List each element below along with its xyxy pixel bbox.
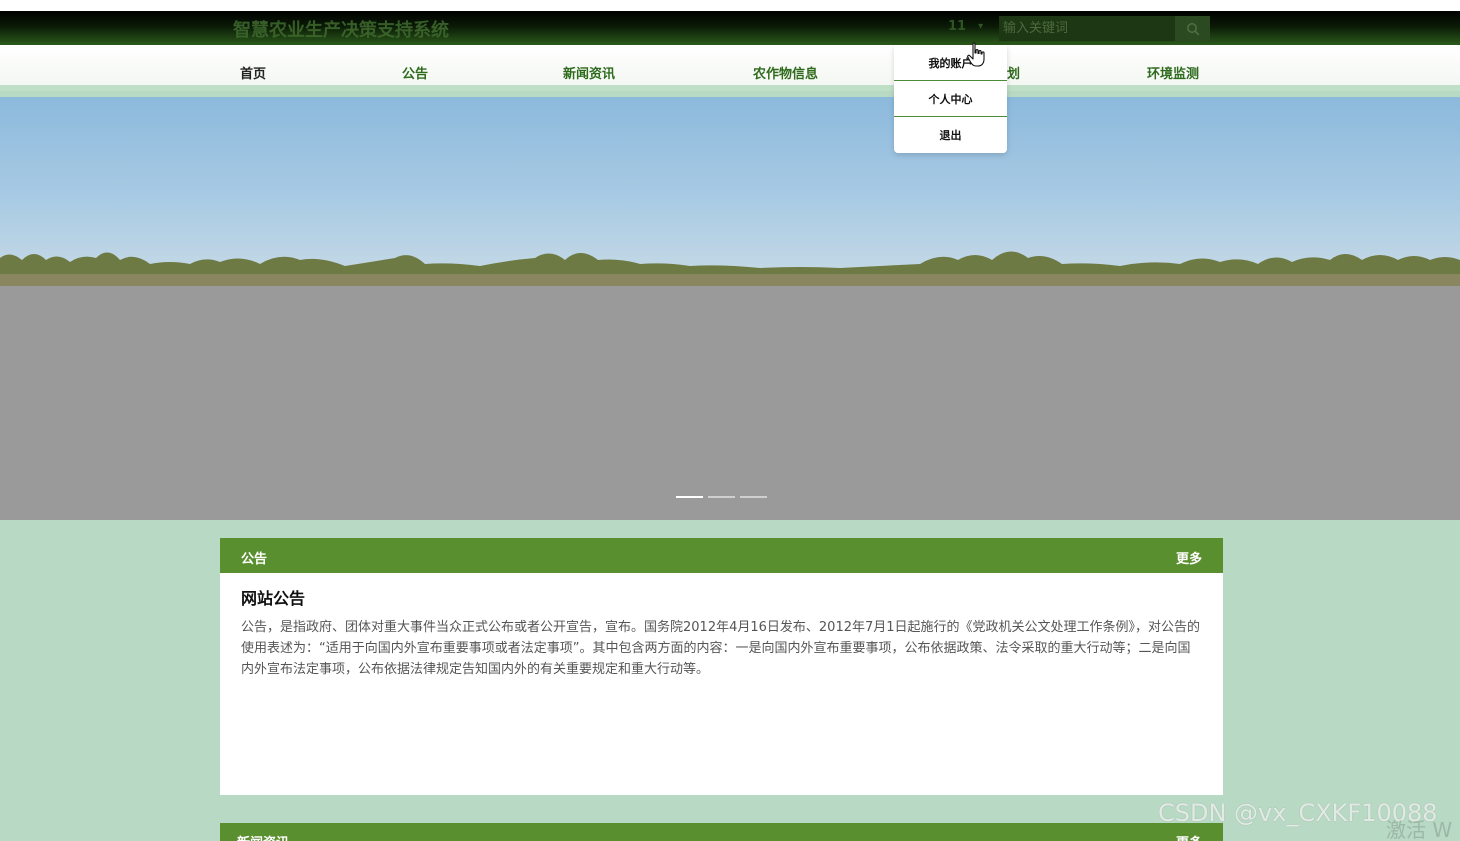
notice-more-link[interactable]: 更多 bbox=[1176, 548, 1202, 567]
user-name-label: 11 bbox=[948, 19, 967, 34]
notice-body: 公告，是指政府、团体对重大事件当众正式公布或者公开宣告，宣布。国务院2012年4… bbox=[241, 620, 1201, 677]
menu-item-logout[interactable]: 退出 bbox=[894, 117, 1007, 153]
nav-item-home[interactable]: 首页 bbox=[240, 63, 266, 82]
carousel-dot[interactable] bbox=[740, 496, 767, 498]
notice-panel: 公告 更多 网站公告 公告，是指政府、团体对重大事件当众正式公布或者公开宣告，宣… bbox=[220, 538, 1223, 795]
carousel-dot[interactable] bbox=[708, 496, 735, 498]
nav-item-crop-info[interactable]: 农作物信息 bbox=[753, 63, 818, 82]
main-nav: 首页 公告 新闻资讯 农作物信息 划 环境监测 bbox=[0, 45, 1460, 91]
windows-activation-notice: 激活 W bbox=[1386, 818, 1453, 841]
site-title[interactable]: 智慧农业生产决策支持系统 bbox=[233, 16, 449, 42]
chevron-down-icon: ▾ bbox=[978, 21, 984, 32]
notice-heading[interactable]: 网站公告 bbox=[241, 585, 305, 609]
user-menu-trigger[interactable]: 11 ▾ bbox=[948, 19, 983, 34]
nav-item-environment[interactable]: 环境监测 bbox=[1147, 63, 1199, 82]
carousel-overlay bbox=[0, 286, 1460, 520]
carousel-dot[interactable] bbox=[676, 496, 703, 498]
hand-cursor-icon bbox=[967, 42, 985, 67]
search-icon bbox=[1186, 22, 1199, 35]
header-bar: 智慧农业生产决策支持系统 11 ▾ bbox=[0, 11, 1460, 45]
search-button[interactable] bbox=[1175, 16, 1210, 41]
menu-item-personal-center[interactable]: 个人中心 bbox=[894, 81, 1007, 117]
notice-panel-title: 公告 bbox=[241, 552, 268, 567]
nav-item-news[interactable]: 新闻资讯 bbox=[563, 63, 615, 82]
news-panel-header: 新闻资讯 更多 bbox=[220, 823, 1223, 841]
news-more-link[interactable]: 更多 bbox=[1176, 832, 1202, 841]
carousel-indicators bbox=[676, 496, 767, 498]
news-panel-title: 新闻资讯 bbox=[237, 832, 289, 841]
treeline-silhouette bbox=[0, 251, 1460, 290]
nav-item-planting-plan[interactable]: 划 bbox=[1007, 63, 1020, 82]
nav-item-notice[interactable]: 公告 bbox=[402, 63, 428, 82]
menu-item-my-account[interactable]: 我的账户 bbox=[894, 45, 1007, 81]
top-strip bbox=[0, 0, 1460, 11]
search-input[interactable] bbox=[999, 16, 1175, 41]
notice-panel-header: 公告 更多 bbox=[220, 538, 1223, 573]
hero-carousel[interactable] bbox=[0, 97, 1460, 520]
user-dropdown-menu: 我的账户 个人中心 退出 bbox=[894, 45, 1007, 153]
